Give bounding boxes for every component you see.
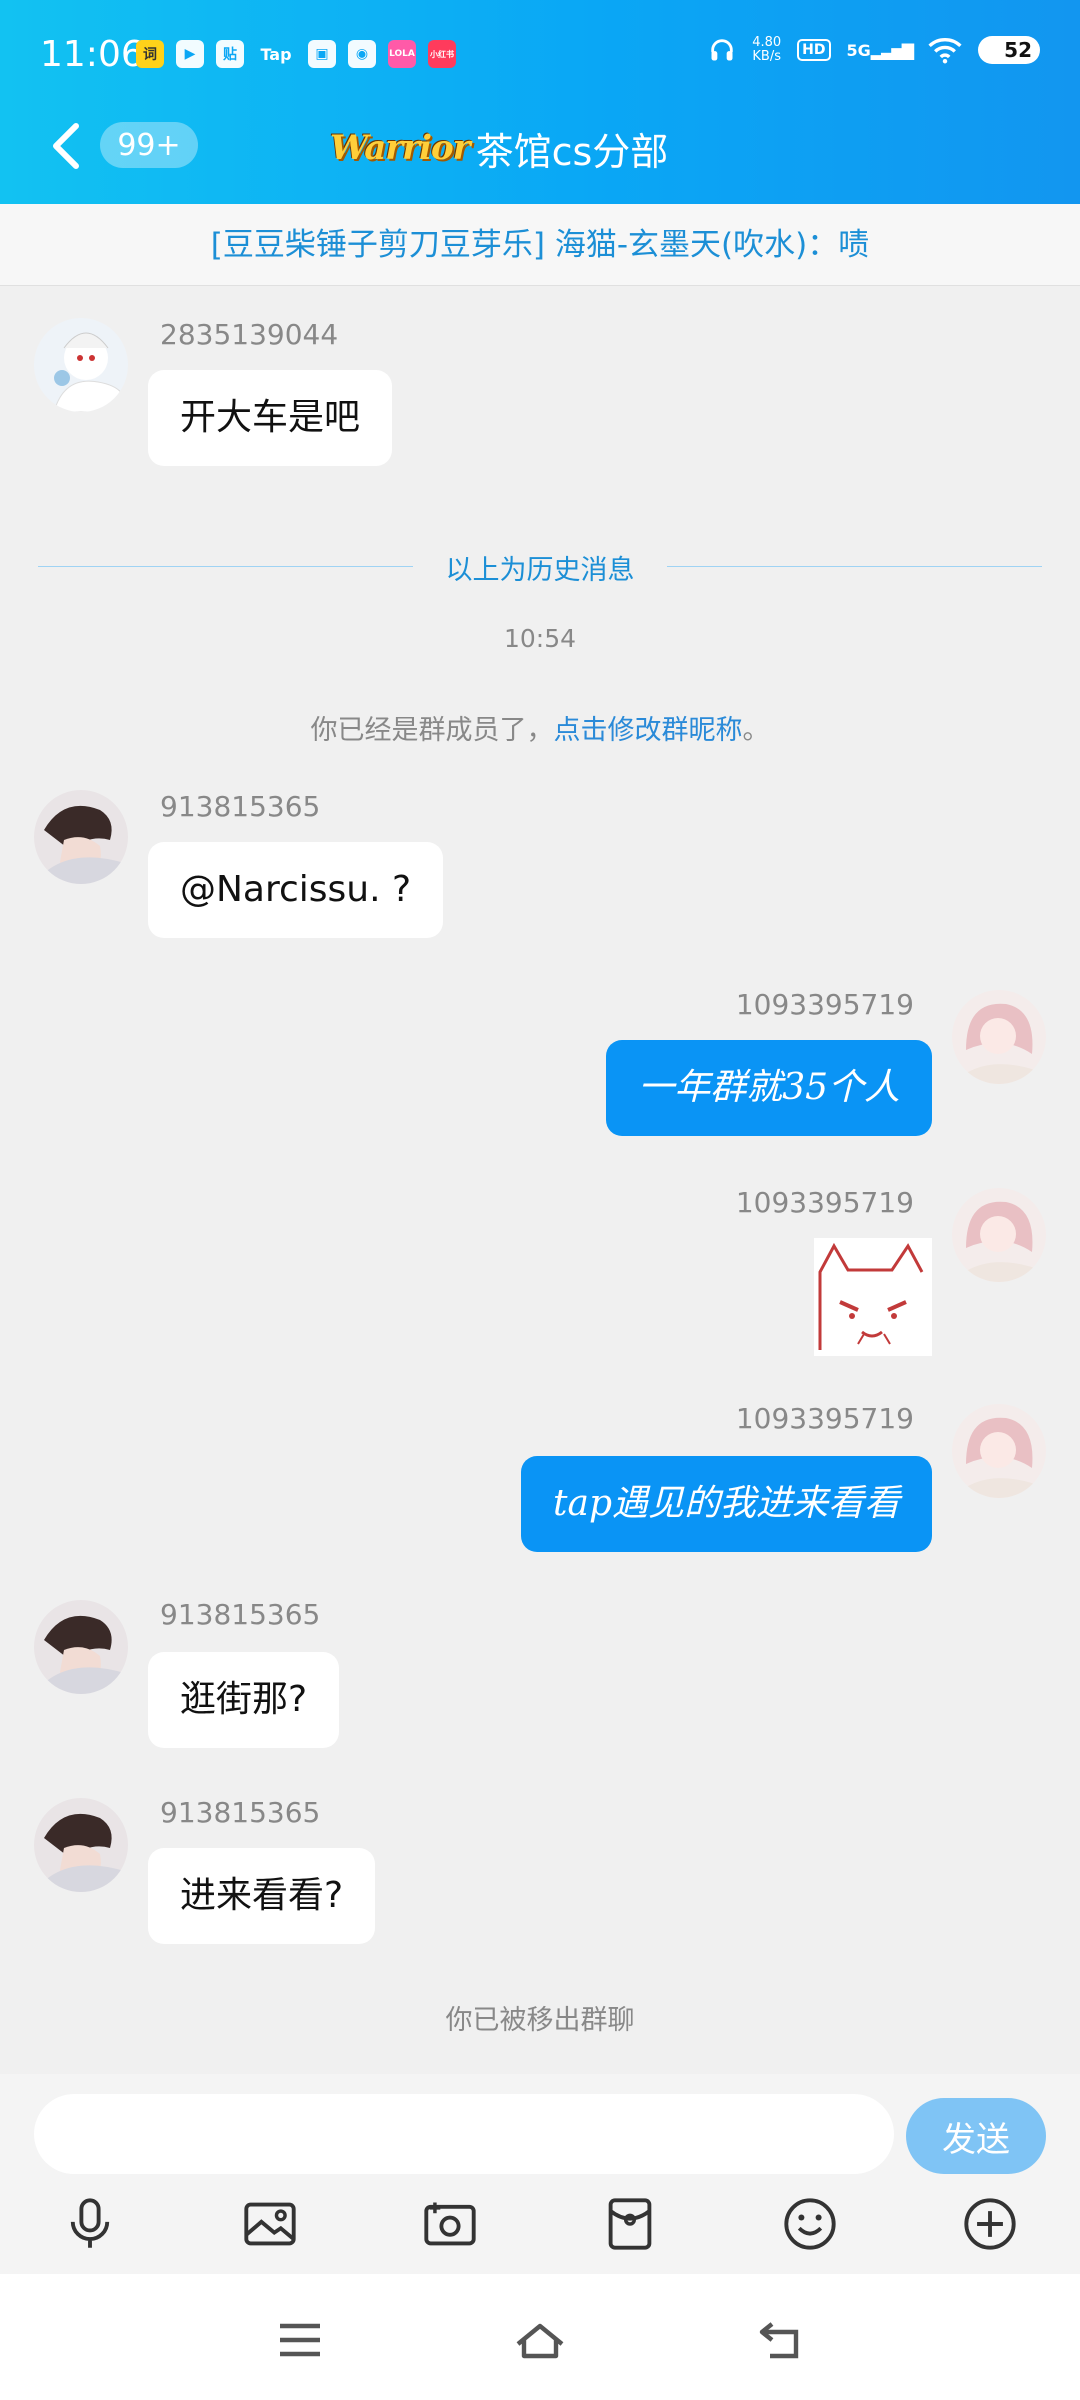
headphones-icon (711, 39, 733, 61)
system-nav-bar (0, 2274, 1080, 2400)
history-divider-label: 以上为历史消息 (445, 555, 635, 586)
back-button[interactable] (46, 120, 86, 172)
message-input[interactable] (34, 2094, 894, 2174)
status-bar: 11:06 词 ▶ 贴 Tap ▣ ◉ LOLA 小红书 4.80 KB/s H… (0, 0, 1080, 114)
divider-line-right (667, 566, 1042, 567)
dictionary-app-icon: 词 (136, 40, 164, 68)
xiaohongshu-app-icon: 小红书 (428, 40, 456, 68)
plus-icon (964, 2198, 1016, 2250)
browser-app-icon: ◉ (348, 40, 376, 68)
network-speed-value: 4.80 (752, 35, 782, 50)
sender-name: 913815365 (160, 790, 321, 823)
sender-name: 2835139044 (160, 318, 339, 351)
mic-icon (70, 2198, 110, 2248)
group-name: 茶馆cs分部 (475, 129, 669, 174)
emoji-button[interactable] (778, 2192, 842, 2256)
back-nav-button[interactable] (750, 2310, 810, 2370)
status-right: 4.80 KB/s HD 5G▂▃▅▇ 52 (708, 36, 1040, 64)
avatar[interactable] (34, 318, 128, 412)
home-icon (516, 2323, 564, 2359)
menu-icon (280, 2323, 320, 2357)
network-speed-unit: KB/s (752, 49, 781, 64)
message-bubble[interactable]: tap遇见的我进来看看 (521, 1456, 932, 1552)
message-bubble[interactable]: @Narcissu. ? (148, 842, 444, 938)
sticker-image[interactable] (814, 1238, 932, 1356)
message-bubble[interactable]: 一年群就35个人 (606, 1040, 932, 1136)
unread-count-badge[interactable]: 99+ (100, 122, 198, 168)
sender-name: 1093395719 (735, 1186, 914, 1219)
image-icon (244, 2202, 296, 2246)
group-title[interactable]: Warrior 茶馆cs分部 (330, 118, 668, 178)
edit-nickname-link[interactable]: 点击修改群昵称 (554, 715, 743, 746)
system-message-text: 你已经是群成员了， (310, 715, 554, 746)
lola-app-icon: LOLA (388, 40, 416, 68)
camera-icon (424, 2202, 476, 2246)
more-button[interactable] (958, 2192, 1022, 2256)
message-bubble[interactable]: 进来看看? (148, 1848, 376, 1944)
status-time: 11:06 (40, 34, 144, 75)
battery-icon: 52 (978, 36, 1040, 64)
signal-5g-icon: 5G▂▃▅▇ (846, 40, 914, 60)
avatar[interactable] (952, 990, 1046, 1084)
avatar[interactable] (34, 790, 128, 884)
emoji-icon (784, 2198, 836, 2250)
notification-icons: 词 ▶ 贴 Tap ▣ ◉ LOLA 小红书 (136, 40, 456, 68)
recent-apps-button[interactable] (270, 2310, 330, 2370)
red-packet-icon (608, 2198, 652, 2250)
system-message: 你已经是群成员了，点击修改群昵称。 (0, 708, 1080, 747)
message-bubble[interactable]: 开大车是吧 (148, 370, 393, 466)
photo-button[interactable] (238, 2192, 302, 2256)
voice-button[interactable] (58, 2192, 122, 2256)
sender-name: 913815365 (160, 1796, 321, 1829)
input-area: 发送 (0, 2074, 1080, 2274)
chevron-left-icon (53, 123, 79, 169)
header: 11:06 词 ▶ 贴 Tap ▣ ◉ LOLA 小红书 4.80 KB/s H… (0, 0, 1080, 204)
hd-icon: HD (797, 39, 831, 61)
send-button[interactable]: 发送 (906, 2098, 1046, 2174)
red-packet-button[interactable] (598, 2192, 662, 2256)
back-icon (759, 2322, 799, 2359)
sender-name: 913815365 (160, 1598, 321, 1631)
avatar[interactable] (34, 1600, 128, 1694)
avatar[interactable] (952, 1188, 1046, 1282)
sender-name: 1093395719 (735, 988, 914, 1021)
group-announcement[interactable]: [豆豆柴锤子剪刀豆芽乐] 海猫-玄墨天(吹水)：啧 (0, 204, 1080, 286)
tieba-app-icon: 贴 (216, 40, 244, 68)
home-button[interactable] (510, 2310, 570, 2370)
avatar[interactable] (34, 1798, 128, 1892)
message-bubble[interactable]: 逛街那? (148, 1652, 340, 1748)
store-app-icon: ▣ (308, 40, 336, 68)
video-app-icon: ▶ (176, 40, 204, 68)
system-message-suffix: 。 (742, 715, 770, 746)
network-speed: 4.80 KB/s (752, 36, 781, 64)
avatar[interactable] (952, 1404, 1046, 1498)
removed-from-group-notice: 你已被移出群聊 (445, 2005, 635, 2036)
taptap-app-icon: Tap (260, 44, 292, 64)
camera-button[interactable] (418, 2192, 482, 2256)
message-timestamp: 10:54 (503, 624, 577, 653)
group-logo: Warrior (330, 128, 471, 168)
sender-name: 1093395719 (735, 1402, 914, 1435)
wifi-icon (928, 38, 962, 64)
